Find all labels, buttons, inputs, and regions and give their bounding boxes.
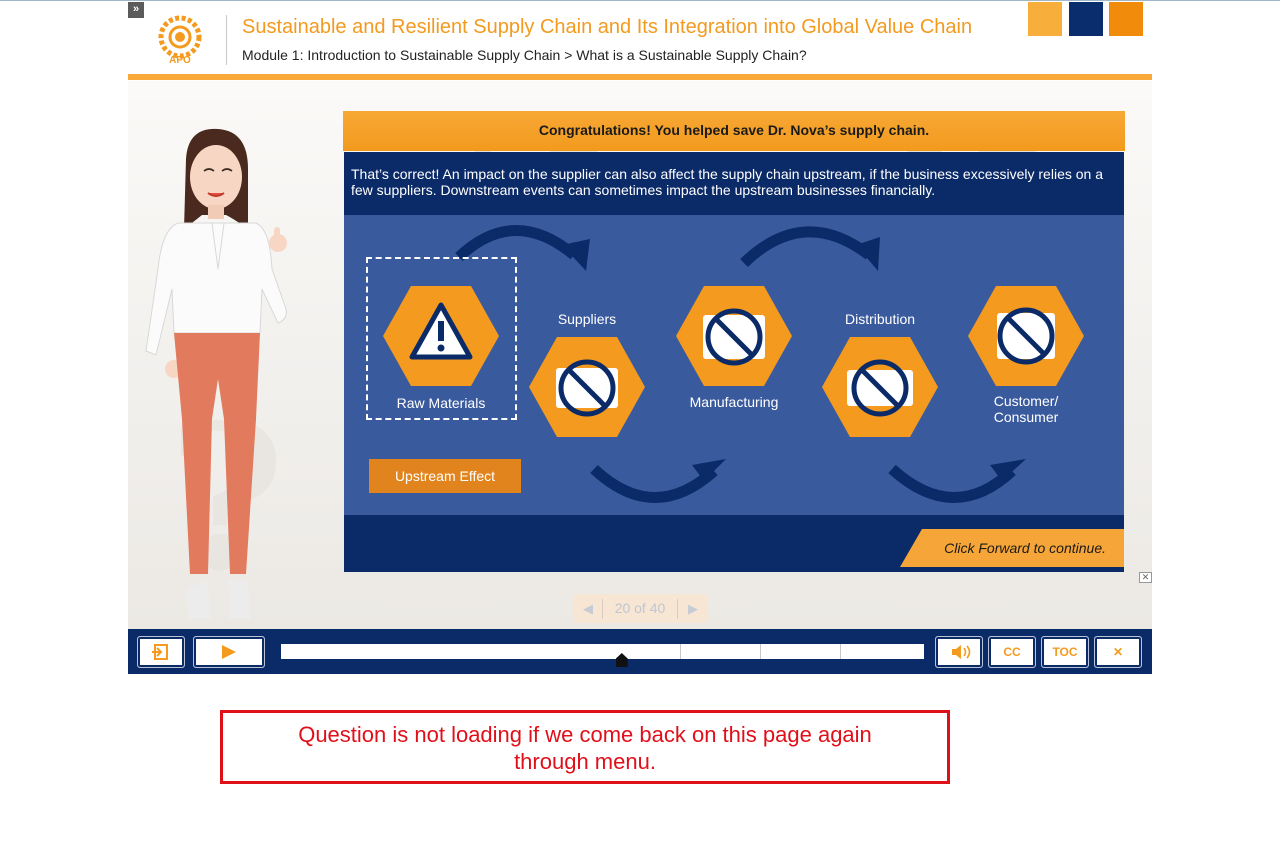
seek-tick — [680, 644, 681, 659]
volume-button[interactable] — [935, 636, 983, 668]
toc-label: TOC — [1052, 645, 1078, 659]
seek-tick — [760, 644, 761, 659]
breadcrumb: Module 1: Introduction to Sustainable Su… — [242, 47, 807, 63]
node-label-manufacturing: Manufacturing — [689, 394, 779, 410]
header-accent-square-3 — [1109, 2, 1143, 36]
node-label-distribution: Distribution — [844, 311, 916, 327]
course-player: » APO Sustainable and Resilient Supply C… — [0, 0, 1280, 852]
course-title: Sustainable and Resilient Supply Chain a… — [242, 16, 973, 38]
factory-prohibited-icon — [703, 308, 765, 366]
click-forward-prompt: Click Forward to continue. — [900, 529, 1124, 567]
exit-button[interactable] — [137, 636, 185, 668]
play-icon — [222, 645, 236, 659]
congrats-banner: Congratulations! You helped save Dr. Nov… — [343, 111, 1125, 151]
feedback-text: That’s correct! An impact on the supplie… — [344, 152, 1124, 215]
exit-icon — [152, 644, 168, 660]
logo-text: APO — [169, 55, 191, 65]
header-separator — [226, 15, 227, 65]
seek-playhead[interactable] — [615, 653, 628, 667]
raw-materials-node[interactable] — [382, 285, 500, 387]
bug-annotation-line2: through menu. — [514, 749, 656, 774]
apo-logo: APO — [158, 15, 202, 65]
header-accent-square-1 — [1028, 2, 1062, 36]
node-label-customer-line2: Consumer — [993, 409, 1059, 425]
expand-sidebar-button[interactable]: » — [128, 2, 144, 18]
header-divider — [128, 74, 1152, 80]
close-icon: ✕ — [1112, 645, 1124, 659]
cc-label: CC — [1003, 645, 1021, 659]
node-label-customer: Customer/ Consumer — [967, 393, 1085, 425]
forklift-prohibited-icon — [556, 359, 618, 417]
toc-button[interactable]: TOC — [1041, 636, 1089, 668]
volume-icon — [952, 645, 971, 659]
suppliers-node[interactable] — [528, 336, 646, 438]
feedback-panel: Congratulations! You helped save Dr. Nov… — [343, 111, 1125, 572]
store-prohibited-icon — [997, 307, 1055, 365]
node-label-raw-materials: Raw Materials — [396, 395, 486, 411]
player-controlbar: CC TOC ✕ — [128, 629, 1152, 674]
presenter-character — [145, 128, 287, 619]
node-label-suppliers: Suppliers — [557, 311, 617, 327]
node-label-customer-line1: Customer/ — [993, 393, 1059, 409]
close-panel-icon[interactable]: ✕ — [1139, 572, 1152, 583]
prev-slide-button[interactable]: ◀ — [579, 600, 597, 618]
play-button[interactable] — [193, 636, 265, 668]
slide-count: 20 of 40 — [614, 600, 666, 616]
bug-annotation-box: Question is not loading if we come back … — [220, 710, 950, 784]
upstream-effect-button[interactable]: Upstream Effect — [369, 459, 521, 493]
panel-footer: Click Forward to continue. — [344, 515, 1124, 572]
close-player-button[interactable]: ✕ — [1094, 636, 1142, 668]
closed-captions-button[interactable]: CC — [988, 636, 1036, 668]
pager-separator — [677, 599, 678, 619]
distribution-node[interactable] — [821, 336, 939, 438]
manufacturing-node[interactable] — [675, 285, 793, 387]
bug-annotation-text: Question is not loading if we come back … — [223, 721, 947, 775]
customer-node[interactable] — [967, 285, 1085, 387]
next-slide-button[interactable]: ▶ — [684, 600, 702, 618]
seek-tick — [840, 644, 841, 659]
slide-pager: ◀ 20 of 40 ▶ — [573, 594, 708, 623]
bug-annotation-line1: Question is not loading if we come back … — [298, 722, 872, 747]
header-accent-square-2 — [1069, 2, 1103, 36]
supply-chain-diagram: Raw Materials Suppliers Manufacturing Di… — [344, 215, 1124, 515]
seek-bar[interactable] — [281, 644, 924, 667]
